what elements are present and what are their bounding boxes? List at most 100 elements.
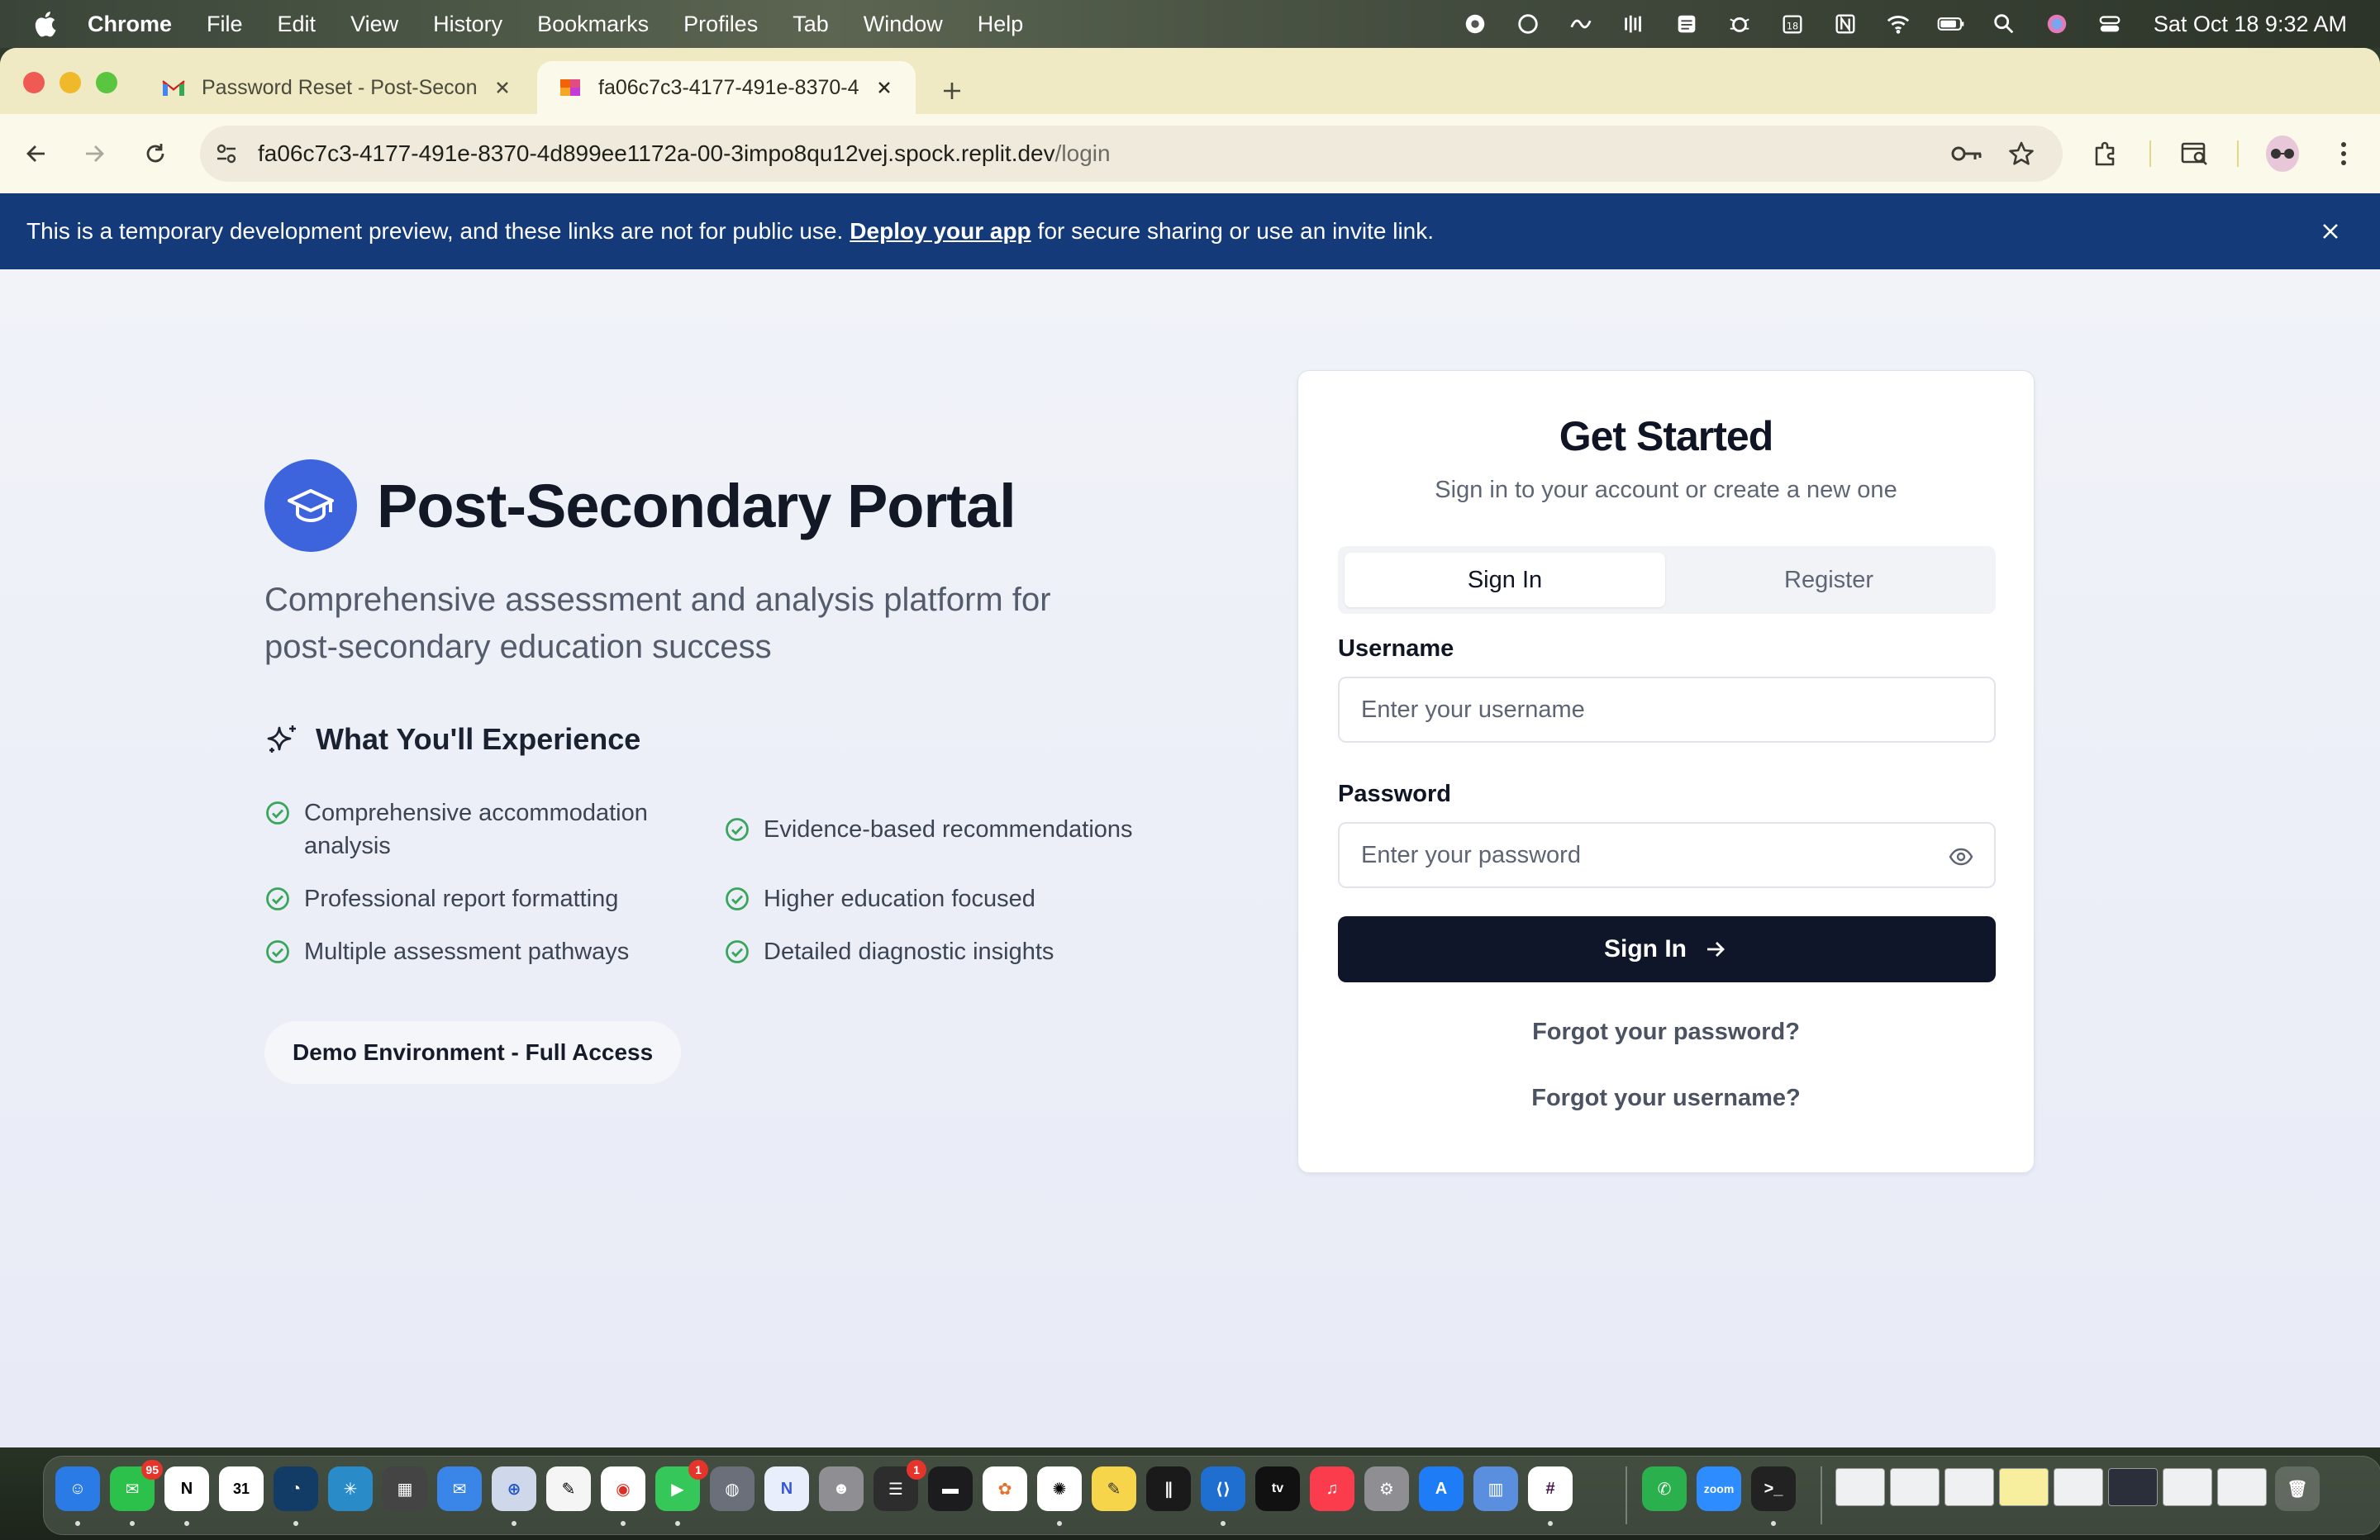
minimized-window-thumbnail[interactable] [1835,1468,1885,1506]
chatgpt-status-icon[interactable] [1514,12,1542,36]
photos-icon[interactable]: ✿ [983,1466,1027,1511]
disk-utility-icon[interactable]: ◍ [710,1466,754,1511]
url-text[interactable]: fa06c7c3-4177-491e-8370-4d899ee1172a-00-… [258,140,1111,167]
system-settings-icon[interactable]: ⚙ [1364,1466,1409,1511]
calendar-icon[interactable]: 31 [219,1466,264,1511]
app-store-icon[interactable]: A [1419,1466,1464,1511]
menu-history[interactable]: History [433,12,502,37]
tab-search-icon[interactable] [2178,137,2211,170]
perplexity-icon[interactable]: ✳ [328,1466,373,1511]
launchpad-icon[interactable]: ▦ [383,1466,427,1511]
menu-help[interactable]: Help [978,12,1024,37]
scribble-status-icon[interactable] [1567,12,1595,36]
menu-profiles[interactable]: Profiles [683,12,758,37]
contacts-icon[interactable]: ☻ [819,1466,864,1511]
minimized-window-thumbnail[interactable] [2163,1468,2212,1506]
battery-icon[interactable] [1937,12,1965,36]
minimize-window-button[interactable] [60,72,81,93]
tab-register[interactable]: Register [1668,553,1989,607]
finder-icon[interactable]: ☺ [55,1466,100,1526]
minimized-window-thumbnail[interactable] [1944,1468,1994,1506]
reload-icon[interactable] [139,137,172,170]
tab-password-reset[interactable]: Password Reset - Post-Secon [140,61,534,114]
minimized-window-thumbnail[interactable] [1999,1468,2049,1506]
forgot-username-link[interactable]: Forgot your username? [1298,1085,2034,1112]
fullscreen-window-button[interactable] [96,72,117,93]
stickies-icon[interactable]: ✎ [1092,1466,1136,1511]
terminal-notes-icon[interactable]: ▬ [928,1466,973,1511]
music-icon[interactable]: ♫ [1310,1466,1354,1511]
calendar-status-icon[interactable]: 18 [1778,12,1806,36]
siri-icon[interactable] [2043,12,2071,36]
control-center-icon[interactable] [2096,12,2124,36]
cursor-icon[interactable]: ✎ [546,1466,591,1511]
claude-icon[interactable]: ∥ [1146,1466,1191,1511]
close-banner-icon[interactable] [2314,215,2347,248]
menu-app-name[interactable]: Chrome [88,12,172,37]
reminders-icon[interactable]: ☰ 1 [873,1460,926,1511]
username-field[interactable] [1338,677,1996,743]
apple-icon[interactable] [33,10,58,38]
menu-tab[interactable]: Tab [793,12,829,37]
vscode-icon[interactable]: ⟨⟩ [1201,1466,1245,1526]
openai-status-icon[interactable] [1461,12,1489,36]
new-tab-plus-icon[interactable] [935,74,969,107]
forgot-password-link[interactable]: Forgot your password? [1298,1019,2034,1046]
menu-view[interactable]: View [350,12,398,37]
messages-icon[interactable]: ✉ 95 [110,1460,163,1526]
menu-window[interactable]: Window [864,12,943,37]
menu-bookmarks[interactable]: Bookmarks [537,12,649,37]
minimized-window-thumbnail[interactable] [2217,1468,2267,1506]
site-settings-icon[interactable] [210,137,243,170]
notion-status-icon[interactable] [1831,12,1859,36]
minimized-window-thumbnail[interactable] [1890,1468,1940,1506]
sign-in-button[interactable]: Sign In [1338,916,1996,982]
spotlight-search-icon[interactable] [1990,12,2018,36]
password-key-icon[interactable] [1950,137,1983,170]
zoom-icon[interactable]: zoom [1697,1466,1741,1511]
password-input[interactable] [1361,841,1923,869]
phone-icon[interactable]: ✆ [1642,1466,1687,1511]
preview-icon[interactable]: ▥ [1473,1466,1518,1511]
bookmark-star-icon[interactable] [2005,137,2038,170]
username-input[interactable] [1361,696,1923,724]
mail-icon[interactable]: ✉ [437,1466,482,1511]
extensions-puzzle-icon[interactable] [2089,137,2122,170]
deploy-app-link[interactable]: Deploy your app [850,218,1031,245]
notes-status-icon[interactable] [1673,12,1701,36]
apple-tv-icon[interactable]: tv [1255,1466,1300,1511]
feature-text: Comprehensive accommodation analysis [304,800,648,859]
close-tab-icon[interactable] [491,76,514,99]
address-bar[interactable]: fa06c7c3-4177-491e-8370-4d899ee1172a-00-… [200,126,2063,182]
tab-login[interactable]: fa06c7c3-4177-491e-8370-4 [537,61,916,114]
show-password-eye-icon[interactable] [1946,842,1976,872]
close-tab-icon[interactable] [873,76,896,99]
menu-file[interactable]: File [207,12,243,37]
bug-status-icon[interactable] [1726,12,1754,36]
running-indicator [293,1521,298,1526]
menu-edit[interactable]: Edit [278,12,317,37]
chatgpt-app-icon[interactable]: ✺ [1037,1466,1082,1526]
close-window-button[interactable] [23,72,45,93]
forward-arrow-icon[interactable] [78,137,111,170]
profile-avatar[interactable] [2266,135,2299,172]
facetime-icon[interactable]: ▶ 1 [655,1460,708,1526]
wifi-icon[interactable] [1884,12,1912,36]
tab-sign-in[interactable]: Sign In [1345,553,1665,607]
back-arrow-icon[interactable] [20,137,53,170]
more-menu-icon[interactable] [2327,137,2360,170]
minimized-window-thumbnail[interactable] [2054,1468,2103,1506]
chrome-icon[interactable]: ◉ [601,1466,645,1526]
password-field[interactable] [1338,822,1996,888]
terminal-icon[interactable]: >_ [1751,1466,1796,1526]
minimized-window-thumbnail[interactable] [2108,1468,2158,1506]
trash-icon[interactable]: 🗑 [2275,1466,2320,1511]
waves-status-icon[interactable] [1620,12,1648,36]
notes-app-icon[interactable]: N [764,1466,809,1511]
menu-clock[interactable]: Sat Oct 18 9:32 AM [2154,12,2347,37]
safari-icon[interactable]: ⊕ [492,1466,536,1526]
notion-icon[interactable]: N [164,1466,209,1526]
arc-icon[interactable]: ◔ [274,1466,318,1526]
feature-text: Higher education focused [764,886,1035,912]
slack-icon[interactable]: # [1528,1466,1573,1526]
